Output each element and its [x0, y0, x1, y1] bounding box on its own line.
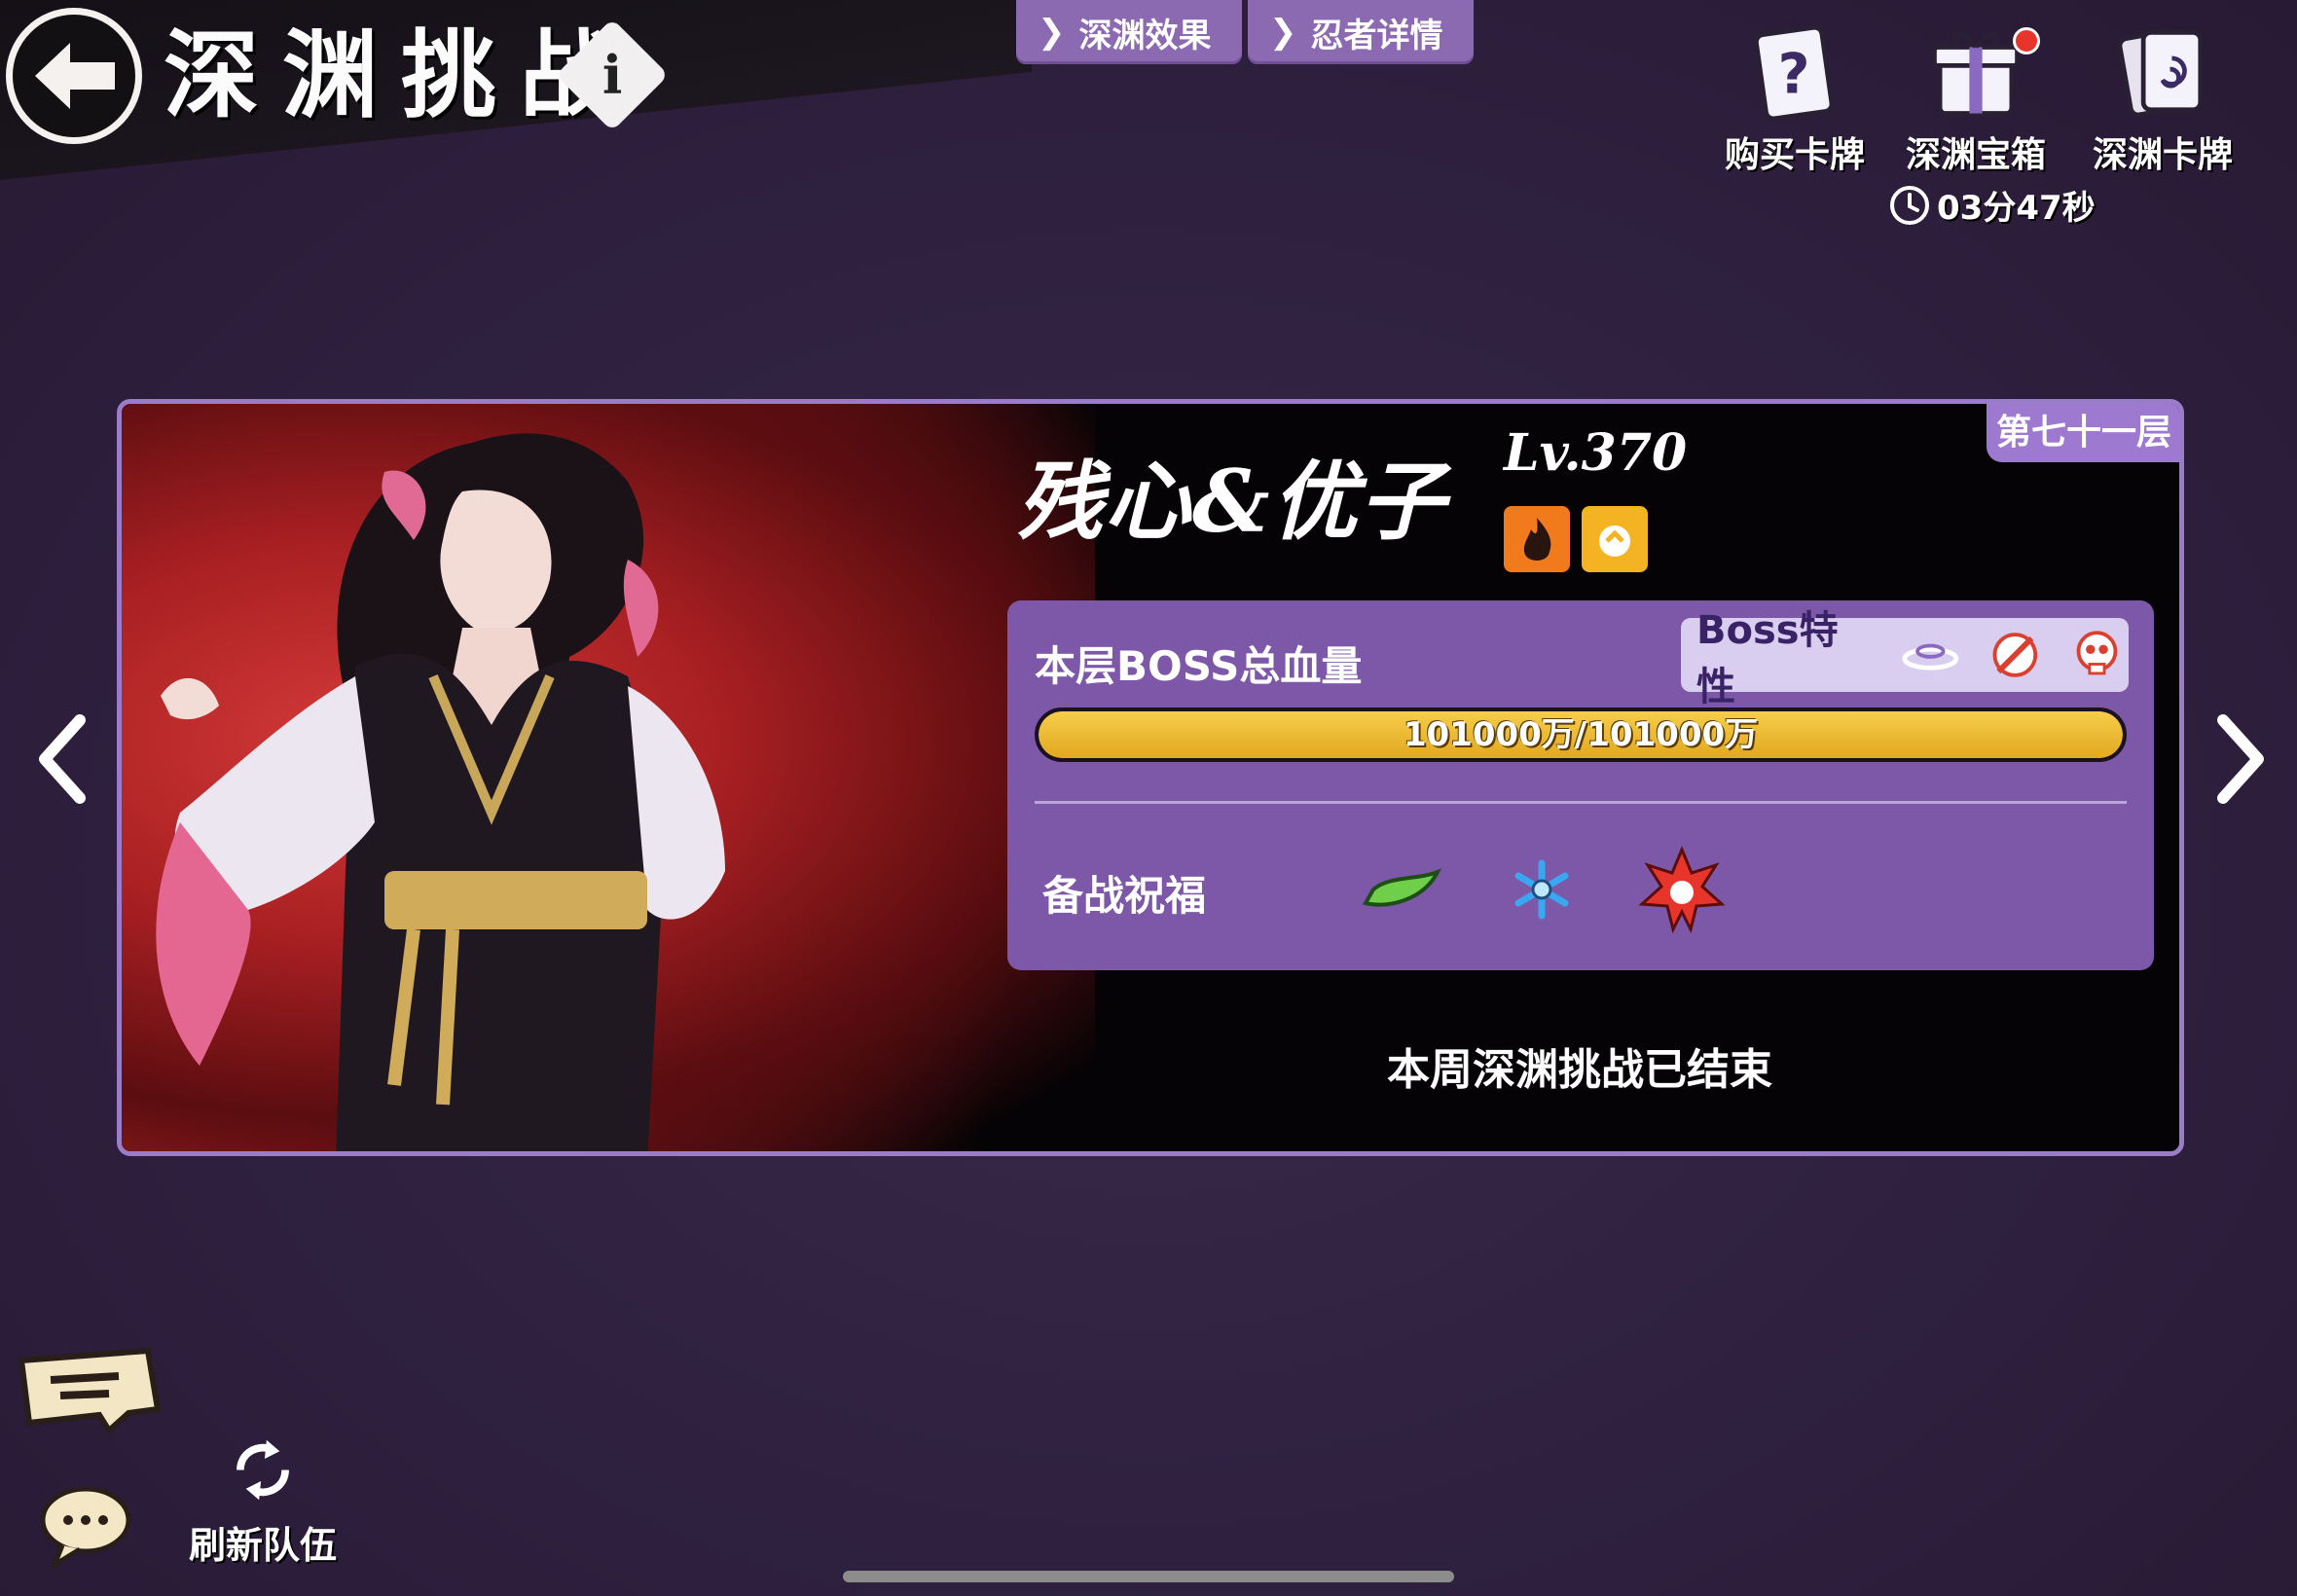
back-arrow-icon	[35, 43, 115, 109]
abyss-cards-label: 深渊卡牌	[2092, 135, 2233, 175]
notification-badge	[2013, 27, 2040, 54]
divider	[1035, 801, 2127, 804]
no-heal-trait-icon[interactable]	[1986, 626, 2045, 684]
buy-cards-label: 购买卡牌	[1724, 135, 1865, 175]
boss-info-box: 本层BOSS总血量 Boss特性 101000万/101000万 备战祝福	[1007, 600, 2154, 970]
tab-abyss-effects[interactable]: ❯ 深渊效果	[1016, 0, 1242, 64]
boss-traits-label: Boss特性	[1696, 608, 1839, 709]
info-icon: i	[602, 43, 623, 106]
chevron-right-icon: ❯	[1038, 13, 1066, 52]
support-element-icon	[1582, 506, 1648, 572]
home-indicator	[843, 1571, 1454, 1582]
boss-traits-panel[interactable]: Boss特性	[1681, 608, 2129, 709]
card-question-icon: ?	[1754, 24, 1835, 122]
chat-bubble-icon	[40, 1486, 131, 1572]
boss-hp-bar: 101000万/101000万	[1035, 707, 2127, 762]
refresh-team-button[interactable]: 刷新队伍	[175, 1433, 350, 1569]
abyss-card-icon	[2117, 28, 2204, 118]
tab-label: 忍者详情	[1310, 16, 1443, 55]
ice-blessing-icon[interactable]	[1498, 846, 1586, 933]
abyss-cards-button[interactable]: 深渊卡牌	[2075, 21, 2250, 177]
abyss-chest-label: 深渊宝箱	[1905, 135, 2046, 175]
buy-cards-button[interactable]: ? 购买卡牌	[1707, 21, 1882, 177]
chat-button[interactable]	[37, 1481, 134, 1572]
blessing-label: 备战祝福	[1042, 872, 1207, 920]
task-scroll-button[interactable]	[12, 1341, 167, 1438]
timer-text: 03分47秒	[1937, 189, 2096, 228]
refresh-team-label: 刷新队伍	[188, 1524, 337, 1567]
svg-text:?: ?	[1778, 43, 1810, 107]
skull-trait-icon[interactable]	[2069, 626, 2129, 684]
tab-ninja-details[interactable]: ❯ 忍者详情	[1248, 0, 1474, 64]
floor-tag: 第七十一层	[1986, 404, 2179, 462]
back-button[interactable]	[6, 8, 142, 144]
tab-label: 深渊效果	[1078, 16, 1212, 55]
scroll-icon	[18, 1347, 162, 1435]
chevron-left-icon	[39, 714, 86, 804]
boss-panel: 第七十一层 残心&优子 Lv.370 本层BOSS总血量 Boss特性 1010…	[117, 399, 2184, 1156]
hp-label: 本层BOSS总血量	[1035, 642, 1363, 690]
clock-icon	[1890, 185, 1929, 225]
boss-name: 残心&优子	[1017, 451, 1447, 552]
chest-timer: 03分47秒	[1888, 181, 2096, 229]
boss-hp-text: 101000万/101000万	[1403, 715, 1759, 754]
next-floor-button[interactable]	[2202, 701, 2279, 817]
fire-element-icon	[1504, 506, 1570, 572]
boss-portrait	[122, 404, 1095, 1151]
challenge-ended-text: 本周深渊挑战已结束	[1387, 1045, 1772, 1095]
previous-floor-button[interactable]	[23, 701, 101, 817]
abyss-chest-button[interactable]: 深渊宝箱	[1888, 21, 2063, 177]
boss-character-illustration	[156, 433, 725, 1151]
refresh-icon	[237, 1439, 289, 1501]
chevron-right-icon: ❯	[1269, 13, 1297, 52]
wind-leaf-blessing-icon[interactable]	[1358, 846, 1445, 933]
chevron-right-icon	[2217, 714, 2264, 804]
whirlwind-trait-icon[interactable]	[1901, 630, 1960, 680]
game-screen: 深渊挑战 i ❯ 深渊效果 ❯ 忍者详情 ? 购买卡牌 深渊宝箱 深渊卡牌 03…	[0, 0, 2297, 1596]
fire-burst-blessing-icon[interactable]	[1638, 846, 1726, 933]
boss-level: Lv.370	[1504, 423, 1688, 483]
